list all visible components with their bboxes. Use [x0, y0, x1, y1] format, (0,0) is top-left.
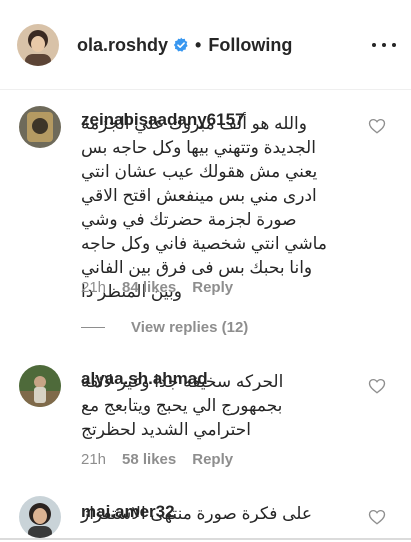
comment-text: والله هو ألف مبروك علي الجزمة الجديدة وت…	[81, 114, 327, 301]
comment-time: 21h	[81, 451, 107, 468]
bottom-divider	[0, 538, 411, 540]
post-header: ola.roshdy • Following	[0, 0, 411, 90]
verified-badge-icon	[173, 37, 189, 53]
like-heart-icon[interactable]	[368, 117, 386, 135]
comment-avatar[interactable]	[19, 496, 61, 538]
comment-likes[interactable]: 58 likes	[122, 451, 176, 468]
like-heart-icon[interactable]	[368, 508, 386, 526]
following-button[interactable]: Following	[208, 35, 292, 56]
comment-text: الحركه سخيفه جدا وغير لائقة بجمهورج الي …	[81, 372, 284, 439]
comment-likes[interactable]: 84 likes	[122, 279, 176, 296]
comment-avatar[interactable]	[19, 106, 61, 148]
view-replies-label: View replies (12)	[131, 319, 249, 336]
avatar[interactable]	[17, 24, 59, 66]
separator-dot: •	[195, 34, 202, 55]
reply-button[interactable]: Reply	[192, 451, 233, 468]
header-title-row: ola.roshdy • Following	[77, 33, 292, 57]
dot	[372, 43, 376, 47]
like-heart-icon[interactable]	[368, 377, 386, 395]
view-replies-button[interactable]: View replies (12)	[81, 319, 248, 336]
reply-button[interactable]: Reply	[192, 279, 233, 296]
dot	[382, 43, 386, 47]
dot	[392, 43, 396, 47]
comment-meta: 21h 84 likes Reply	[81, 279, 249, 296]
comment-avatar[interactable]	[19, 365, 61, 407]
header-username[interactable]: ola.roshdy	[77, 35, 168, 56]
divider	[81, 327, 105, 328]
comment-meta: 21h 58 likes Reply	[81, 451, 249, 468]
comment-text: على فكرة صورة منتهى الاستفزاز	[81, 504, 313, 523]
more-options-icon[interactable]	[372, 36, 396, 54]
comment-time: 21h	[81, 279, 107, 296]
